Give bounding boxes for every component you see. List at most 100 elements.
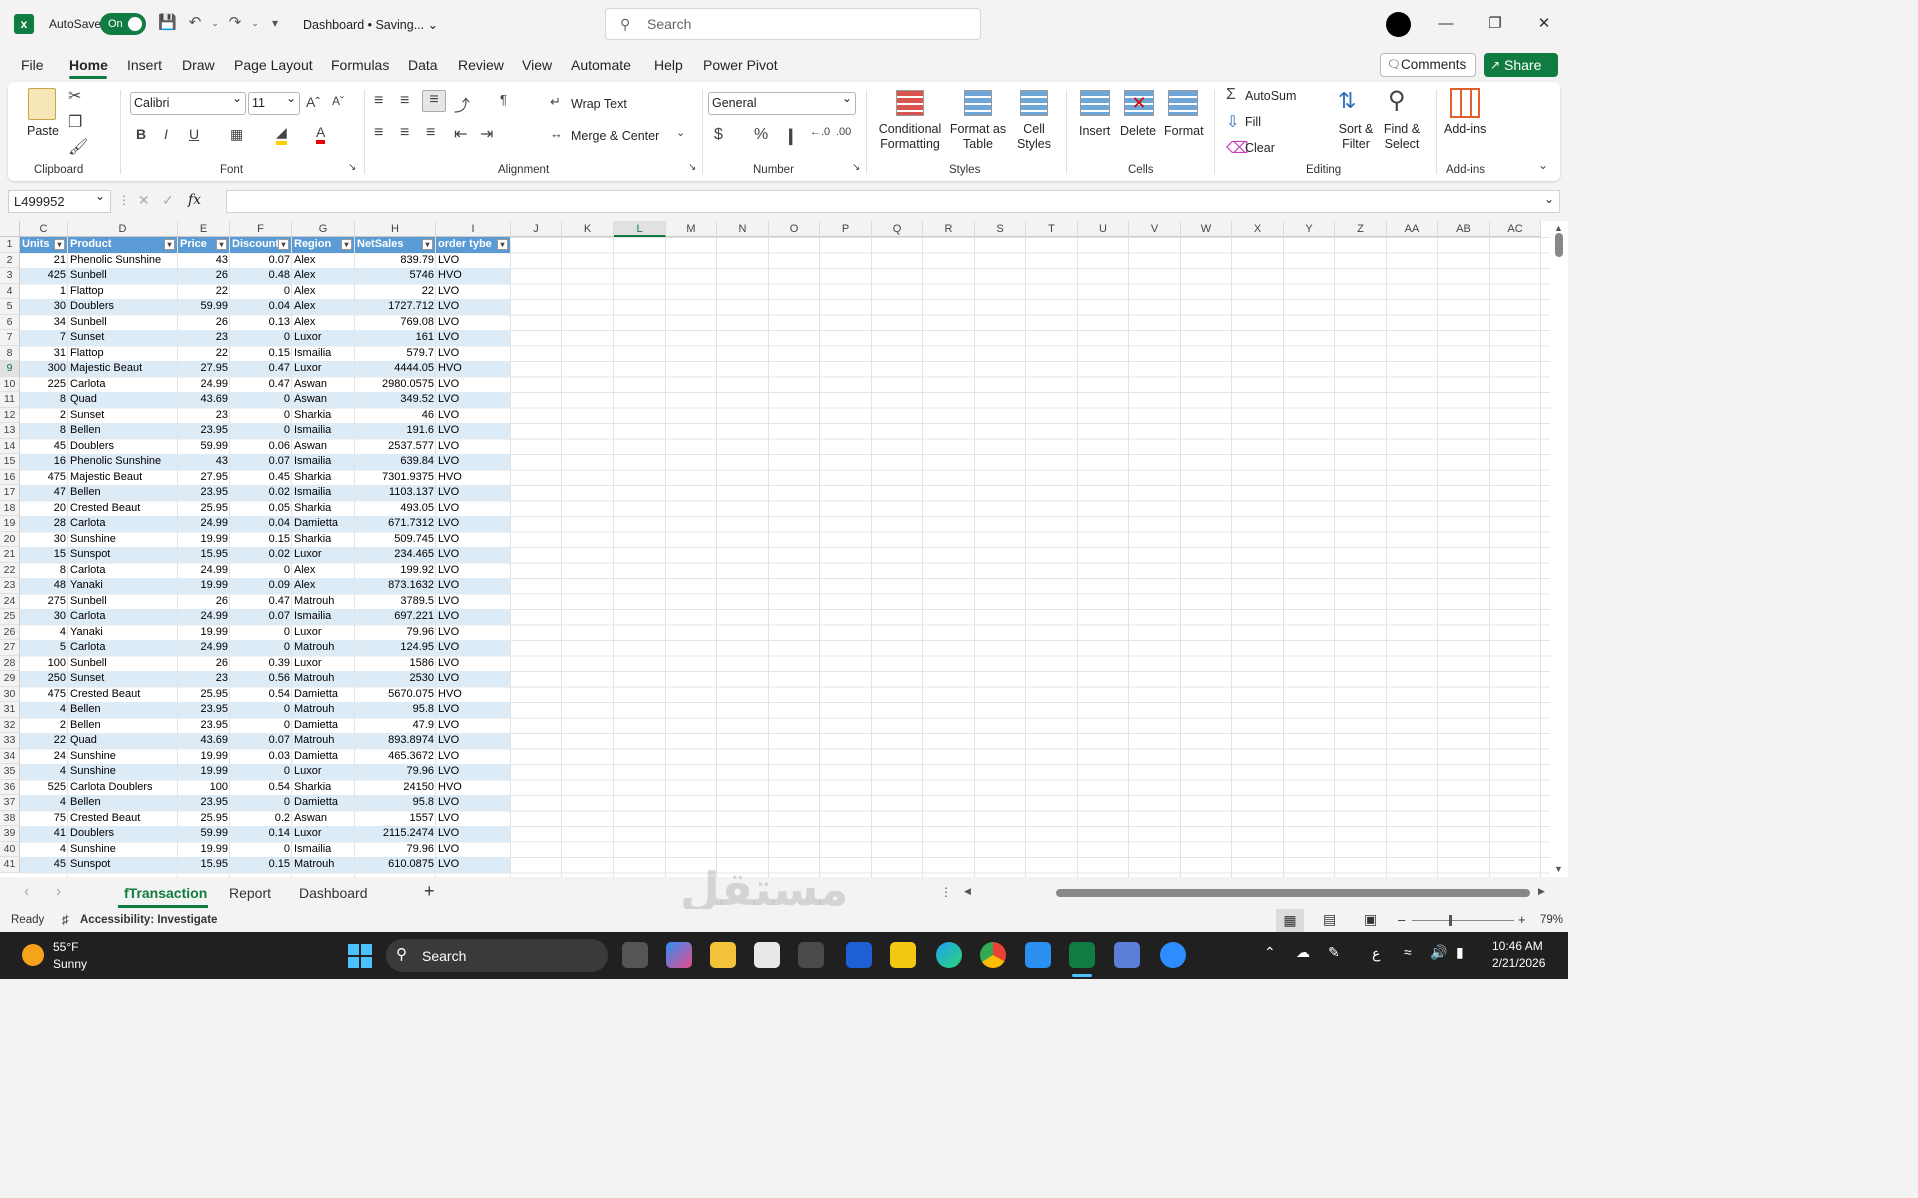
table-cell[interactable]: 0 — [230, 718, 292, 734]
prev-sheet-icon[interactable]: ‹ — [24, 883, 29, 901]
table-cell[interactable]: Bellen — [68, 702, 178, 718]
avatar[interactable] — [1386, 12, 1411, 37]
enter-icon[interactable]: ✓ — [162, 192, 174, 209]
table-cell[interactable]: HVO — [436, 470, 511, 486]
table-cell[interactable]: LVO — [436, 826, 511, 842]
table-cell[interactable]: 100 — [178, 780, 230, 796]
table-cell[interactable]: 8 — [20, 423, 68, 439]
table-cell[interactable]: Ismailia — [292, 454, 355, 470]
delete-cells-button[interactable]: Delete — [1120, 124, 1156, 139]
table-cell[interactable]: 26 — [178, 594, 230, 610]
table-cell[interactable]: 45 — [20, 857, 68, 873]
table-cell[interactable]: 275 — [20, 594, 68, 610]
table-cell[interactable]: 43 — [178, 454, 230, 470]
table-header-cell[interactable]: Units ▾ — [20, 237, 68, 253]
table-cell[interactable]: 25.95 — [178, 811, 230, 827]
increase-indent-icon[interactable]: ⇥ — [480, 124, 493, 144]
close-button[interactable]: ✕ — [1532, 12, 1556, 36]
table-cell[interactable]: 26 — [178, 268, 230, 284]
name-box[interactable]: L499952 — [8, 186, 111, 213]
row-header[interactable]: 32 — [0, 717, 20, 733]
row-header[interactable]: 17 — [0, 485, 20, 501]
page-layout-view-icon[interactable]: ▤ — [1323, 911, 1336, 928]
table-cell[interactable]: Aswan — [292, 811, 355, 827]
table-cell[interactable]: 43.69 — [178, 733, 230, 749]
table-cell[interactable]: Sharkia — [292, 780, 355, 796]
table-cell[interactable]: 59.99 — [178, 826, 230, 842]
table-cell[interactable]: 19.99 — [178, 532, 230, 548]
table-cell[interactable]: Phenolic Sunshine — [68, 454, 178, 470]
filter-dropdown-icon[interactable]: ▾ — [278, 239, 289, 250]
cut-icon[interactable]: ✂ — [68, 86, 81, 106]
format-cells-icon[interactable] — [1168, 90, 1198, 116]
weather-desc[interactable]: Sunny — [53, 957, 87, 971]
more-options-icon[interactable]: ⋮ — [118, 193, 130, 207]
table-cell[interactable]: Sharkia — [292, 470, 355, 486]
delete-cells-icon[interactable]: ✕ — [1124, 90, 1154, 116]
column-header-x[interactable]: X — [1232, 221, 1284, 237]
table-cell[interactable]: 5746 — [355, 268, 436, 284]
column-header-ac[interactable]: AC — [1490, 221, 1541, 237]
table-cell[interactable]: 15.95 — [178, 857, 230, 873]
windows-start-icon[interactable] — [348, 944, 372, 968]
tab-view[interactable]: View — [522, 57, 552, 73]
table-cell[interactable]: Alex — [292, 253, 355, 269]
cell-styles-icon[interactable] — [1020, 90, 1048, 116]
table-cell[interactable]: LVO — [436, 454, 511, 470]
row-header[interactable]: 35 — [0, 764, 20, 780]
pen-icon[interactable]: ✎ — [1328, 944, 1340, 961]
conditional-formatting-icon[interactable] — [896, 90, 924, 116]
table-cell[interactable]: Ismailia — [292, 485, 355, 501]
decrease-font-icon[interactable]: Aˇ — [332, 94, 344, 108]
table-cell[interactable]: Sunspot — [68, 547, 178, 563]
table-cell[interactable]: 16 — [20, 454, 68, 470]
percent-icon[interactable]: % — [754, 126, 768, 144]
table-cell[interactable]: 893.8974 — [355, 733, 436, 749]
table-cell[interactable]: 46 — [355, 408, 436, 424]
table-cell[interactable]: Sunbell — [68, 594, 178, 610]
table-cell[interactable]: Damietta — [292, 749, 355, 765]
table-cell[interactable]: Luxor — [292, 625, 355, 641]
column-header-k[interactable]: K — [562, 221, 614, 237]
table-cell[interactable]: Ismailia — [292, 423, 355, 439]
table-header-cell[interactable]: order tybe ▾ — [436, 237, 511, 253]
more-sheets-icon[interactable]: ⋮ — [940, 885, 952, 899]
table-cell[interactable]: 23 — [178, 671, 230, 687]
table-cell[interactable]: 250 — [20, 671, 68, 687]
scroll-up-icon[interactable]: ▲ — [1554, 223, 1563, 233]
table-cell[interactable]: 509.745 — [355, 532, 436, 548]
filter-dropdown-icon[interactable]: ▾ — [216, 239, 227, 250]
table-cell[interactable]: 15 — [20, 547, 68, 563]
row-header[interactable]: 16 — [0, 469, 20, 485]
table-cell[interactable]: 0.04 — [230, 516, 292, 532]
row-header[interactable]: 14 — [0, 438, 20, 454]
fill-color-icon[interactable]: ◢ — [276, 124, 287, 145]
comments-button[interactable]: Comments — [1380, 53, 1476, 77]
table-cell[interactable]: 0.15 — [230, 346, 292, 362]
table-cell[interactable]: LVO — [436, 299, 511, 315]
table-cell[interactable]: Yanaki — [68, 625, 178, 641]
table-cell[interactable]: 24.99 — [178, 516, 230, 532]
cancel-icon[interactable]: ✕ — [138, 192, 150, 209]
table-cell[interactable]: 525 — [20, 780, 68, 796]
zoom-out-icon[interactable]: – — [1398, 912, 1405, 927]
table-cell[interactable]: 0.02 — [230, 485, 292, 501]
normal-view-icon[interactable]: ▦ — [1276, 909, 1304, 932]
table-cell[interactable]: 4 — [20, 842, 68, 858]
table-cell[interactable]: 0 — [230, 640, 292, 656]
table-cell[interactable]: LVO — [436, 253, 511, 269]
table-cell[interactable]: 475 — [20, 470, 68, 486]
table-cell[interactable]: 639.84 — [355, 454, 436, 470]
table-cell[interactable]: 475 — [20, 687, 68, 703]
undo-icon[interactable]: ↶ — [186, 14, 204, 32]
table-cell[interactable]: 23.95 — [178, 423, 230, 439]
table-cell[interactable]: 79.96 — [355, 625, 436, 641]
align-center-icon[interactable]: ≡ — [400, 124, 409, 142]
copy-icon[interactable]: ❐ — [68, 112, 82, 132]
row-header[interactable]: 24 — [0, 593, 20, 609]
column-header-d[interactable]: D — [68, 221, 178, 237]
column-header-r[interactable]: R — [923, 221, 975, 237]
tab-formulas[interactable]: Formulas — [331, 57, 389, 73]
table-cell[interactable]: Quad — [68, 392, 178, 408]
filter-dropdown-icon[interactable]: ▾ — [497, 239, 508, 250]
